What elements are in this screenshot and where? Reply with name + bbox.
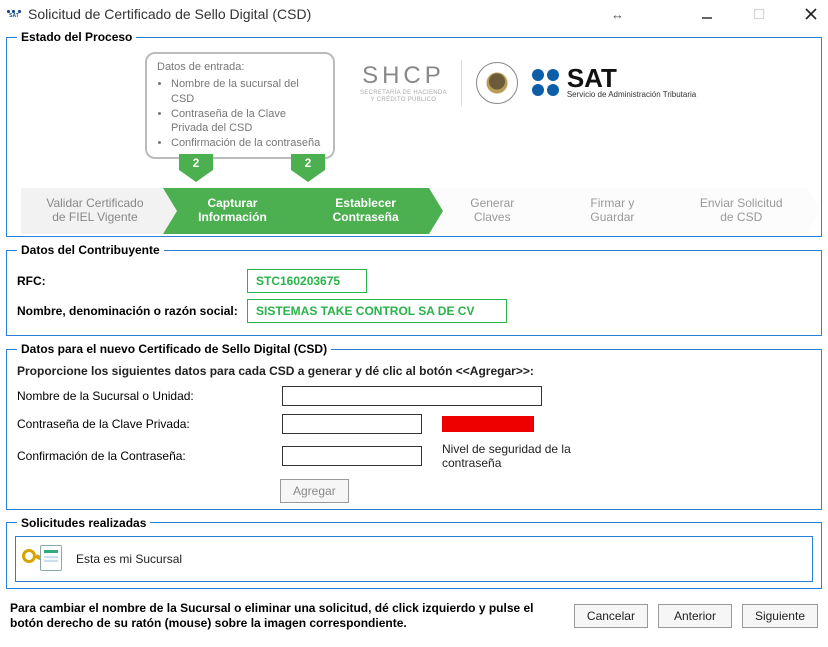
window-title: Solicitud de Certificado de Sello Digita… [28,6,591,22]
branch-name-input[interactable] [282,386,542,406]
password-strength-caption: Nivel de seguridad de la contraseña [442,442,602,471]
private-key-password-input[interactable] [282,414,422,434]
sat-logo: SAT Servicio de Administración Tributari… [532,67,696,99]
requests-list: Esta es mi Sucursal [15,536,813,582]
taxpayer-legend: Datos del Contribuyente [17,243,164,257]
step-capture-info: Capturar Información [163,188,296,234]
previous-button[interactable]: Anterior [658,604,732,628]
request-item-label[interactable]: Esta es mi Sucursal [76,552,182,566]
step-send-request: Enviar Solicitud de CSD [669,188,807,234]
minimize-button[interactable] [698,5,716,23]
app-icon: SAT [6,6,22,22]
callout-item: Nombre de la sucursal del CSD [171,77,323,107]
callout-title: Datos de entrada: [157,60,323,75]
callout-item: Confirmación de la contraseña [171,136,323,151]
input-data-callout: Datos de entrada: Nombre de la sucursal … [145,52,335,159]
footer-bar: Para cambiar el nombre de la Sucursal o … [0,595,828,642]
window-titlebar: SAT Solicitud de Certificado de Sello Di… [0,0,828,28]
process-state-group: Estado del Proceso Datos de entrada: Nom… [6,30,822,237]
csd-instruction: Proporcione los siguientes datos para ca… [17,364,811,378]
close-button[interactable] [802,5,820,23]
rfc-value: STC160203675 [247,269,367,293]
taxpayer-data-group: Datos del Contribuyente RFC: STC16020367… [6,243,822,336]
logo-divider [461,60,462,106]
branch-name-label: Nombre de la Sucursal o Unidad: [17,389,282,403]
add-button[interactable]: Agregar [280,479,349,503]
callout-item: Contraseña de la Clave Privada del CSD [171,107,323,137]
step-set-password: Establecer Contraseña [296,188,429,234]
company-name-value: SISTEMAS TAKE CONTROL SA DE CV [247,299,507,323]
cancel-button[interactable]: Cancelar [574,604,648,628]
step-badge-icon: 2 [291,154,325,182]
confirm-password-input[interactable] [282,446,422,466]
maximize-button [750,5,768,23]
requests-legend: Solicitudes realizadas [17,516,150,530]
private-key-password-label: Contraseña de la Clave Privada: [17,417,282,431]
confirm-password-label: Confirmación de la Contraseña: [17,449,282,463]
rfc-label: RFC: [17,274,247,288]
wizard-steps: Validar Certificado de FIEL Vigente Capt… [21,188,807,234]
process-legend: Estado del Proceso [17,30,136,44]
move-icon: ↔ [611,7,624,22]
company-name-label: Nombre, denominación o razón social: [17,304,247,318]
step-sign-save: Firmar y Guardar [549,188,669,234]
shcp-logo: SHCP SECRETARÍA DE HACIENDA Y CRÉDITO PÚ… [360,62,447,103]
step-validate-fiel: Validar Certificado de FIEL Vigente [21,188,163,234]
step-badge-icon: 2 [179,154,213,182]
certificate-key-icon[interactable] [22,543,62,575]
password-strength-bar [442,416,534,432]
step-generate-keys: Generar Claves [429,188,549,234]
csd-legend: Datos para el nuevo Certificado de Sello… [17,342,331,356]
requests-group: Solicitudes realizadas Esta es mi Sucurs… [6,516,822,589]
csd-data-group: Datos para el nuevo Certificado de Sello… [6,342,822,510]
next-button[interactable]: Siguiente [742,604,818,628]
footer-hint: Para cambiar el nombre de la Sucursal o … [10,601,564,632]
mexico-seal-icon [476,62,518,104]
